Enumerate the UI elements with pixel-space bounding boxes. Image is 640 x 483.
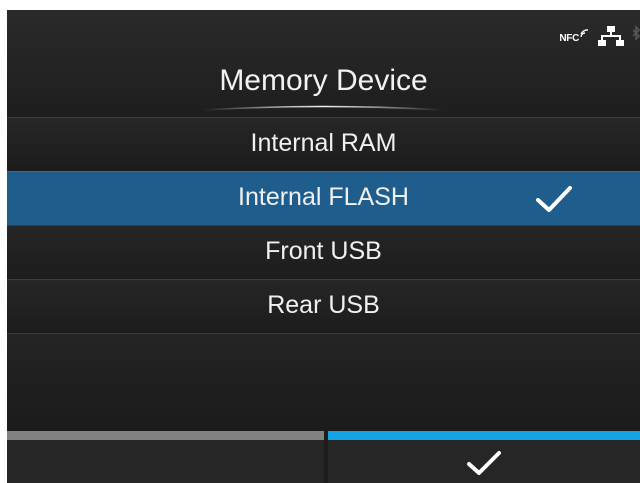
- footer: [7, 431, 640, 483]
- back-button[interactable]: [7, 431, 324, 483]
- memory-device-list: Internal RAM Internal FLASH Front USB Re…: [7, 117, 640, 333]
- list-item-internal-ram[interactable]: Internal RAM: [7, 117, 640, 171]
- nfc-icon: NFC: [559, 28, 590, 44]
- list-item-label: Front USB: [265, 237, 382, 265]
- bluetooth-icon: [632, 25, 640, 41]
- list-empty-area: [7, 333, 640, 432]
- list-item-label: Rear USB: [267, 291, 380, 319]
- confirm-button[interactable]: [328, 431, 640, 483]
- checkmark-icon: [467, 451, 501, 475]
- page-title: Memory Device: [219, 64, 428, 97]
- title-underline: [203, 105, 443, 111]
- printer-screen: NFC Memory Device Internal RAM Internal …: [7, 10, 640, 483]
- header: NFC Memory Device: [7, 10, 640, 117]
- list-item-internal-flash[interactable]: Internal FLASH: [7, 171, 640, 225]
- status-bar: NFC: [559, 22, 640, 50]
- network-icon: [598, 26, 624, 46]
- list-item-rear-usb[interactable]: Rear USB: [7, 279, 640, 333]
- list-item-label: Internal RAM: [250, 129, 397, 157]
- checkmark-icon: [536, 186, 572, 212]
- list-item-front-usb[interactable]: Front USB: [7, 225, 640, 279]
- nfc-label: NFC: [559, 33, 579, 44]
